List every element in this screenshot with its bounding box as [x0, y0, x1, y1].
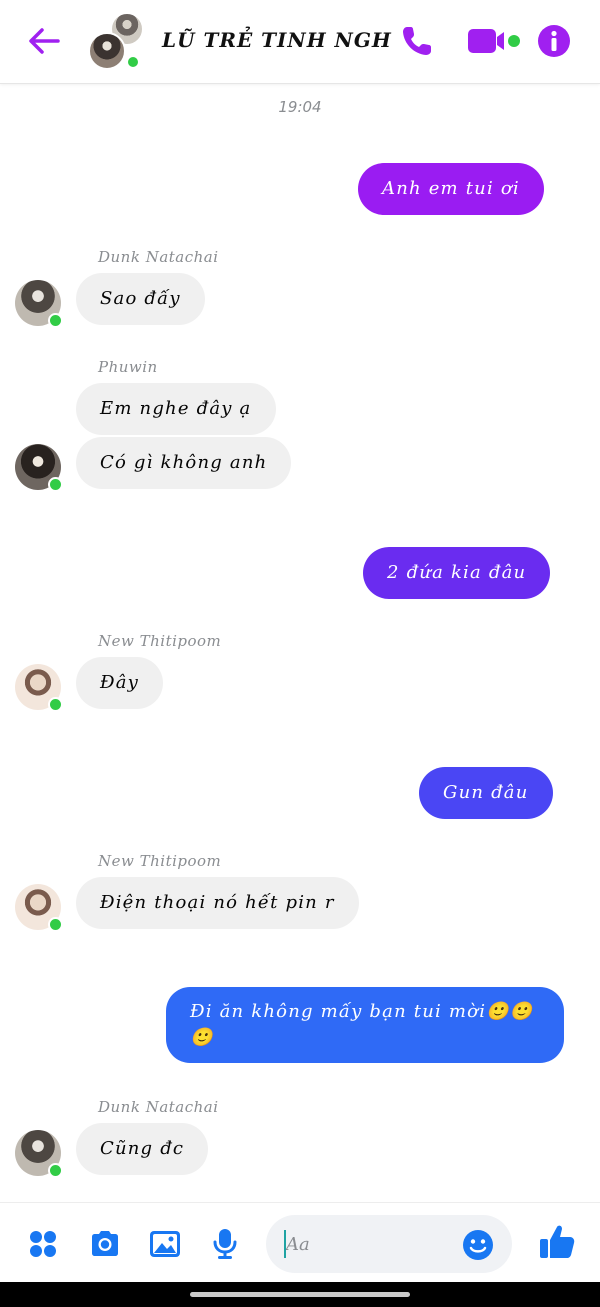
avatar[interactable] — [15, 280, 63, 328]
microphone-icon[interactable] — [208, 1227, 242, 1261]
outgoing-message[interactable]: Gun đâu — [419, 767, 553, 819]
home-gesture-handle[interactable] — [190, 1292, 410, 1297]
incoming-message[interactable]: Cũng đc — [76, 1123, 209, 1175]
conversation-title[interactable]: LŨ TRẺ TINH NGH — [162, 28, 392, 52]
message-input-container[interactable] — [266, 1215, 512, 1273]
incoming-message[interactable]: Có gì không anh — [76, 437, 292, 489]
sender-name: Phuwin — [98, 358, 158, 376]
online-indicator — [48, 1163, 63, 1178]
message-input[interactable] — [286, 1229, 456, 1259]
system-navigation-bar — [0, 1282, 600, 1307]
outgoing-message[interactable]: Anh em tui ơi — [358, 163, 544, 215]
message-timestamp: 19:04 — [278, 98, 322, 116]
online-indicator — [48, 917, 63, 932]
avatar[interactable] — [15, 444, 63, 492]
smiley-icon[interactable] — [462, 1229, 494, 1261]
phone-icon[interactable] — [400, 24, 434, 58]
incoming-message[interactable]: Sao đấy — [76, 273, 205, 325]
image-icon[interactable] — [148, 1227, 182, 1261]
sender-name: Dunk Natachai — [98, 1098, 219, 1116]
outgoing-message[interactable]: 2 đứa kia đâu — [363, 547, 551, 599]
chat-header: LŨ TRẺ TINH NGH — [0, 0, 600, 84]
online-indicator — [48, 313, 63, 328]
thumbs-up-icon[interactable] — [538, 1223, 576, 1261]
four-dots-icon[interactable] — [26, 1227, 60, 1261]
video-camera-icon[interactable] — [468, 24, 522, 58]
avatar[interactable] — [15, 664, 63, 712]
camera-icon[interactable] — [88, 1227, 122, 1261]
group-member-avatar — [88, 32, 126, 70]
info-icon[interactable] — [537, 24, 571, 58]
incoming-message[interactable]: Điện thoại nó hết pin r — [76, 877, 359, 929]
online-indicator — [48, 477, 63, 492]
avatar[interactable] — [15, 884, 63, 932]
outgoing-message[interactable]: Đi ăn không mấy bạn tui mời🙂🙂🙂 — [166, 987, 564, 1063]
incoming-message[interactable]: Đây — [76, 657, 164, 709]
sender-name: New Thitipoom — [98, 632, 222, 650]
sender-name: Dunk Natachai — [98, 248, 219, 266]
group-avatar[interactable] — [88, 12, 148, 72]
avatar[interactable] — [15, 1130, 63, 1178]
incoming-message[interactable]: Em nghe đây ạ — [76, 383, 276, 435]
online-indicator — [48, 697, 63, 712]
composer-bar — [0, 1202, 600, 1282]
back-arrow-icon[interactable] — [26, 24, 62, 58]
online-indicator — [125, 54, 141, 70]
sender-name: New Thitipoom — [98, 852, 222, 870]
